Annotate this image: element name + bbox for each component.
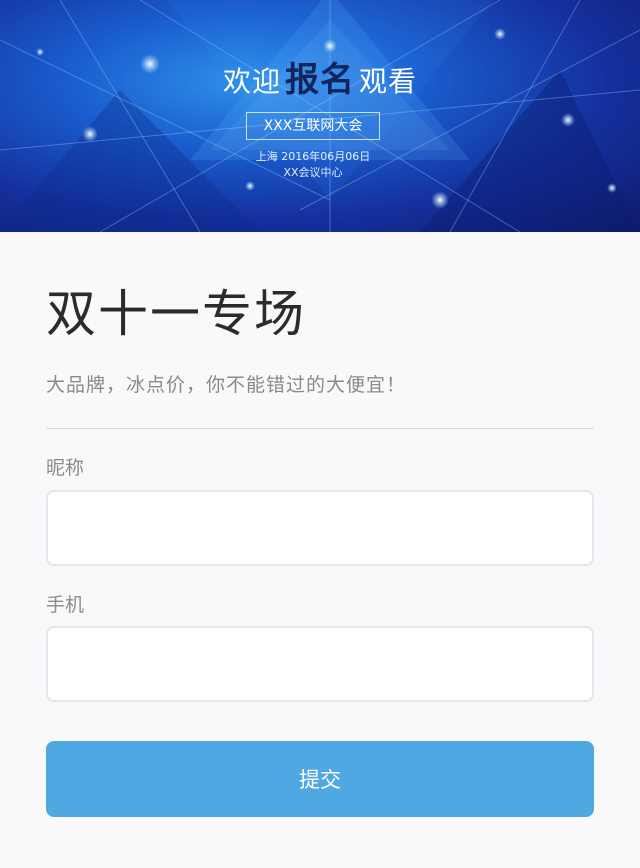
event-date: 上海 2016年06月06日 xyxy=(255,150,371,163)
welcome-heading: 欢迎 报名 观看 xyxy=(0,52,640,101)
phone-input[interactable] xyxy=(46,626,594,702)
header-banner: 欢迎 报名 观看 XXX互联网大会 上海 2016年06月06日 XX会议中心 xyxy=(0,0,640,232)
nickname-label: 昵称 xyxy=(46,457,85,479)
nickname-input[interactable] xyxy=(46,490,594,566)
page-subtitle: 大品牌，冰点价，你不能错过的大便宜！ xyxy=(46,374,407,396)
event-name-box: XXX互联网大会 xyxy=(246,112,380,140)
welcome-strong: 报名 xyxy=(285,60,355,100)
divider xyxy=(46,428,594,429)
event-venue: XX会议中心 xyxy=(283,166,343,179)
submit-button[interactable]: 提交 xyxy=(46,741,594,817)
phone-label: 手机 xyxy=(46,594,85,616)
page-title: 双十一专场 xyxy=(46,285,306,343)
welcome-prefix: 欢迎 xyxy=(222,65,281,98)
welcome-suffix: 观看 xyxy=(359,65,418,98)
